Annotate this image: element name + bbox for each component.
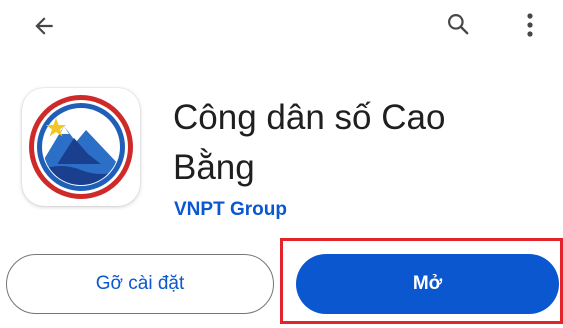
open-button[interactable]: Mở (296, 254, 559, 314)
more-options-button[interactable] (510, 4, 550, 46)
back-button[interactable] (22, 6, 66, 46)
cao-bang-emblem-icon (29, 95, 133, 199)
search-icon (448, 14, 469, 35)
search-button[interactable] (436, 4, 480, 44)
app-title: Công dân số Cao Bằng (173, 98, 446, 187)
uninstall-button[interactable]: Gỡ cài đặt (6, 254, 274, 314)
arrow-left-icon (35, 17, 53, 35)
top-app-bar (0, 0, 563, 60)
developer-link[interactable]: VNPT Group (174, 199, 287, 221)
more-vert-icon (527, 13, 533, 37)
app-icon (22, 88, 140, 206)
